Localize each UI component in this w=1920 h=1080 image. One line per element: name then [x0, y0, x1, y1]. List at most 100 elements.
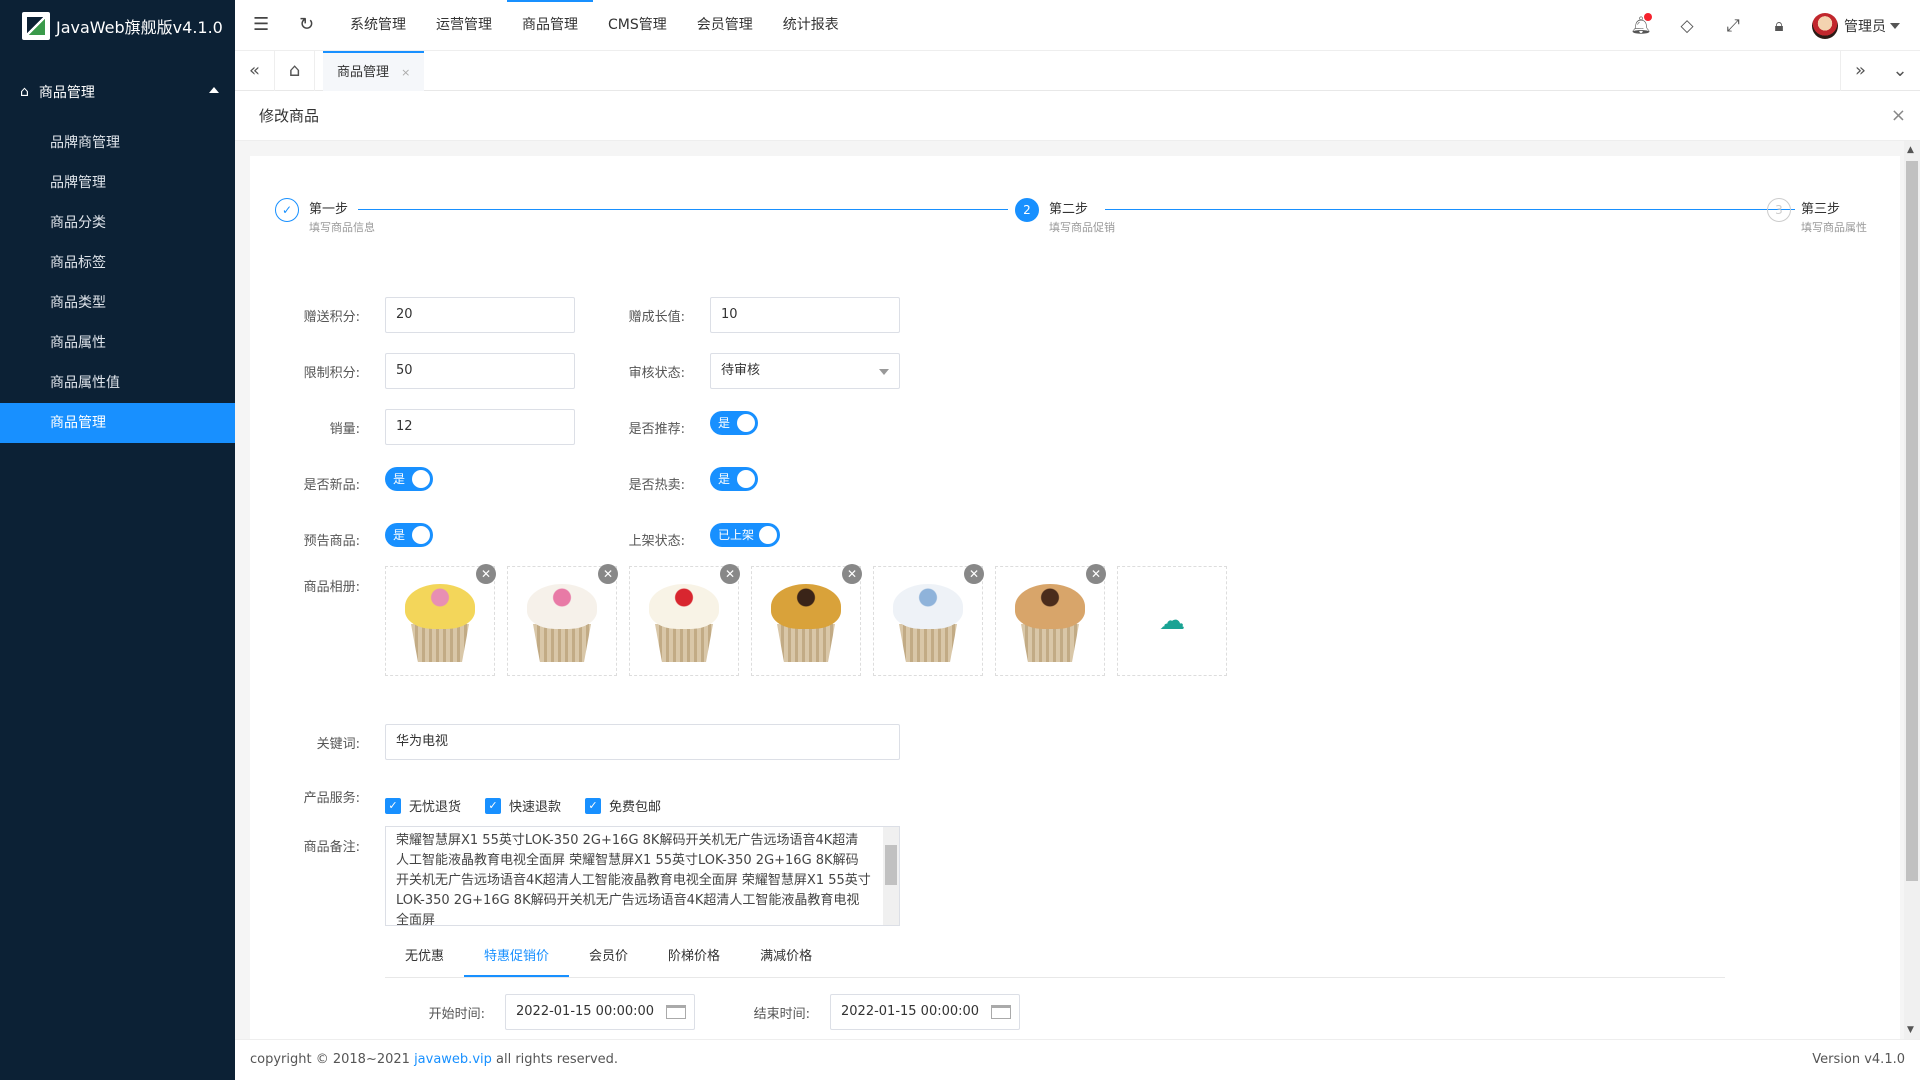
sidebar-group-label: 商品管理 — [38, 85, 95, 101]
sales-label: 销量: — [329, 422, 360, 437]
home-tab-icon[interactable]: ⌂ — [275, 51, 315, 91]
album-image[interactable]: ✕ — [873, 564, 984, 676]
form-panel: ✓ 第一步 填写商品信息 2 第二步 填写商品促销 3 第三步 填写商品属性 赠… — [250, 156, 1900, 1039]
sidebar-item-active[interactable]: 商品管理 — [0, 403, 235, 443]
audit-value: 待审核 — [721, 363, 761, 378]
caret-down-icon — [879, 369, 889, 375]
cake-image — [1005, 576, 1095, 666]
tag-icon[interactable]: ◇ — [1664, 16, 1710, 36]
switch-text: 是 — [393, 528, 406, 542]
sidebar-item[interactable]: 商品标签 — [0, 243, 235, 283]
top-tools: 🔔︎ ◇ ⤢ 🔒︎ 管理员 — [1618, 0, 1920, 51]
step-title: 第三步 — [1801, 202, 1841, 217]
scroll-thumb[interactable] — [1906, 161, 1918, 881]
keywords-input[interactable]: 华为电视 — [385, 724, 900, 760]
limit-points-input[interactable]: 50 — [385, 353, 575, 389]
page-scrollbar[interactable]: ▲ ▼ — [1904, 141, 1920, 1039]
scroll-up-icon[interactable]: ▲ — [1907, 145, 1914, 155]
copyright: copyright © 2018~2021 — [250, 1052, 410, 1067]
sidebar-item[interactable]: 品牌管理 — [0, 163, 235, 203]
checkbox-checked-icon: ✓ — [385, 797, 401, 814]
album-image[interactable]: ✕ — [507, 564, 618, 676]
menu-fold-icon[interactable]: ☰ — [253, 14, 269, 35]
tab-member-price[interactable]: 会员价 — [569, 936, 648, 977]
sidebar: JavaWeb旗舰版v4.1.0 ⌂ 商品管理 品牌商管理 品牌管理 商品分类 … — [0, 0, 235, 1080]
double-left-icon[interactable]: « — [235, 51, 275, 91]
sidebar-item[interactable]: 商品类型 — [0, 283, 235, 323]
album-image[interactable]: ✕ — [995, 564, 1106, 676]
nav-item[interactable]: 会员管理 — [682, 0, 768, 51]
sidebar-submenu: 品牌商管理 品牌管理 商品分类 商品标签 商品类型 商品属性 商品属性值 商品管… — [0, 123, 235, 443]
sidebar-item[interactable]: 商品属性 — [0, 323, 235, 363]
app-logo[interactable]: JavaWeb旗舰版v4.1.0 — [0, 0, 235, 51]
start-date-input[interactable]: 2022-01-15 00:00:00 — [505, 994, 695, 1030]
double-right-icon[interactable]: » — [1840, 51, 1880, 91]
tab-no-discount[interactable]: 无优惠 — [385, 936, 464, 977]
sidebar-group-goods[interactable]: ⌂ 商品管理 — [0, 71, 235, 113]
switch-text: 已上架 — [718, 528, 755, 542]
album-image[interactable]: ✕ — [751, 564, 862, 676]
upload-button[interactable]: ☁ — [1117, 566, 1227, 676]
chevron-down-icon[interactable]: ⌄ — [1880, 51, 1920, 91]
keywords-label: 关键词: — [316, 737, 360, 752]
sales-input[interactable]: 12 — [385, 409, 575, 445]
remove-icon[interactable]: ✕ — [720, 564, 740, 584]
end-date-value: 2022-01-15 00:00:00 — [841, 1004, 980, 1019]
shelf-switch[interactable]: 已上架 — [710, 523, 780, 547]
top-navbar: ☰ ↻ 系统管理 运营管理 商品管理 CMS管理 会员管理 统计报表 🔔︎ ◇ … — [235, 0, 1920, 51]
tab-ladder-price[interactable]: 阶梯价格 — [648, 936, 740, 977]
logo-icon — [22, 11, 50, 40]
switch-knob — [737, 470, 755, 488]
nav-item[interactable]: CMS管理 — [593, 0, 682, 51]
tab-special-price[interactable]: 特惠促销价 — [464, 936, 570, 977]
sidebar-item[interactable]: 品牌商管理 — [0, 123, 235, 163]
footer-link[interactable]: javaweb.vip — [414, 1052, 492, 1067]
user-menu[interactable]: 管理员 — [1802, 12, 1920, 39]
nav-item-active[interactable]: 商品管理 — [507, 0, 593, 51]
service-checkbox[interactable]: ✓ 快速退款 — [485, 796, 561, 815]
remove-icon[interactable]: ✕ — [598, 564, 618, 584]
nav-item[interactable]: 系统管理 — [335, 0, 421, 51]
growth-input[interactable]: 10 — [710, 297, 900, 333]
switch-text: 是 — [718, 416, 731, 430]
page-title: 修改商品 — [259, 107, 320, 125]
footer: copyright © 2018~2021 javaweb.vip all ri… — [235, 1039, 1920, 1080]
tab-goods[interactable]: 商品管理 × — [323, 51, 425, 91]
checkbox-label: 免费包邮 — [609, 800, 662, 815]
tab-full-reduction[interactable]: 满减价格 — [740, 936, 832, 977]
lock-icon[interactable]: 🔒︎ — [1756, 16, 1802, 36]
switch-knob — [759, 526, 777, 544]
album-image[interactable]: ✕ — [629, 564, 740, 676]
textarea-scrollbar[interactable] — [883, 827, 899, 925]
switch-text: 是 — [718, 472, 731, 486]
note-textarea[interactable]: 荣耀智慧屏X1 55英寸LOK-350 2G+16G 8K解码开关机无广告远场语… — [385, 826, 900, 926]
audit-select[interactable]: 待审核 — [710, 353, 900, 389]
sidebar-item[interactable]: 商品属性值 — [0, 363, 235, 403]
fullscreen-icon[interactable]: ⤢ — [1710, 16, 1756, 36]
nav-item[interactable]: 运营管理 — [421, 0, 507, 51]
hot-switch[interactable]: 是 — [710, 467, 758, 491]
close-icon[interactable]: × — [401, 66, 410, 79]
service-checkbox[interactable]: ✓ 免费包邮 — [585, 796, 661, 815]
start-date-value: 2022-01-15 00:00:00 — [516, 1004, 655, 1019]
checkbox-label: 快速退款 — [509, 800, 562, 815]
nav-item[interactable]: 统计报表 — [768, 0, 854, 51]
switch-knob — [737, 414, 755, 432]
sidebar-item[interactable]: 商品分类 — [0, 203, 235, 243]
new-switch[interactable]: 是 — [385, 467, 433, 491]
service-checkbox[interactable]: ✓ 无忧退货 — [385, 796, 461, 815]
scroll-down-icon[interactable]: ▼ — [1907, 1025, 1914, 1035]
refresh-icon[interactable]: ↻ — [299, 14, 314, 35]
end-date-input[interactable]: 2022-01-15 00:00:00 — [830, 994, 1020, 1030]
bell-icon[interactable]: 🔔︎ — [1618, 12, 1664, 36]
remove-icon[interactable]: ✕ — [1086, 564, 1106, 584]
album-image[interactable]: ✕ — [385, 564, 496, 676]
remove-icon[interactable]: ✕ — [964, 564, 984, 584]
remove-icon[interactable]: ✕ — [476, 564, 496, 584]
remove-icon[interactable]: ✕ — [842, 564, 862, 584]
note-label: 商品备注: — [303, 840, 360, 855]
close-icon[interactable]: × — [1891, 91, 1906, 141]
recommend-switch[interactable]: 是 — [710, 411, 758, 435]
preview-switch[interactable]: 是 — [385, 523, 433, 547]
gift-points-input[interactable]: 20 — [385, 297, 575, 333]
